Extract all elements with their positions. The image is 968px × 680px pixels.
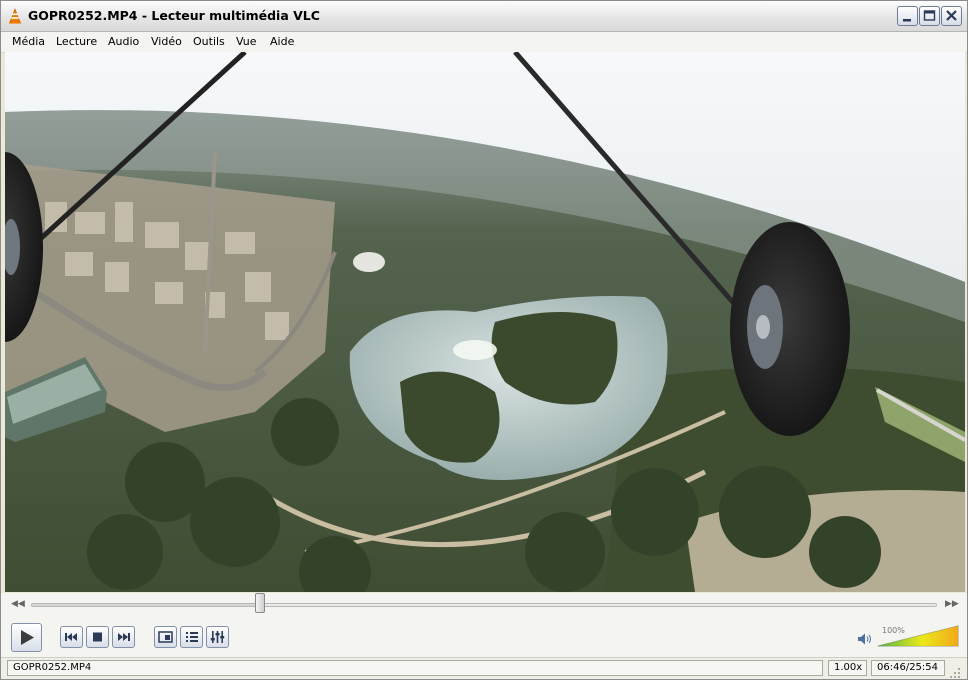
seek-backward-icon[interactable]: ◀◀ bbox=[11, 599, 25, 609]
menu-audio[interactable]: Audio bbox=[108, 35, 139, 48]
menu-lecture[interactable]: Lecture bbox=[56, 35, 97, 48]
seek-forward-icon[interactable]: ▶▶ bbox=[945, 599, 959, 609]
extended-settings-button[interactable] bbox=[206, 626, 229, 648]
vlc-cone-icon[interactable] bbox=[7, 8, 23, 24]
fullscreen-button[interactable] bbox=[154, 626, 177, 648]
previous-icon bbox=[65, 633, 77, 641]
playlist-button[interactable] bbox=[180, 626, 203, 648]
status-filename: GOPR0252.MP4 bbox=[7, 660, 823, 676]
play-icon bbox=[21, 630, 34, 645]
stop-button[interactable] bbox=[86, 626, 109, 648]
maximize-button[interactable] bbox=[919, 6, 940, 26]
menu-vue[interactable]: Vue bbox=[236, 35, 257, 48]
seek-bar[interactable] bbox=[31, 603, 937, 607]
playlist-icon bbox=[186, 632, 198, 642]
resize-grip-icon[interactable] bbox=[949, 664, 961, 678]
speaker-icon[interactable] bbox=[857, 631, 873, 645]
menu-aide[interactable]: Aide bbox=[270, 35, 294, 48]
status-bar: GOPR0252.MP4 1.00x 06:46/25:54 bbox=[1, 657, 967, 679]
next-button[interactable] bbox=[112, 626, 135, 648]
fullscreen-icon bbox=[158, 631, 173, 643]
extended-settings-icon bbox=[210, 631, 225, 643]
menu-video[interactable]: Vidéo bbox=[151, 35, 182, 48]
stop-icon bbox=[93, 632, 102, 642]
menu-media[interactable]: Média bbox=[12, 35, 45, 48]
minimize-button[interactable] bbox=[897, 6, 918, 26]
status-speed[interactable]: 1.00x bbox=[828, 660, 867, 676]
vlc-window: GOPR0252.MP4 - Lecteur multimédia VLC Mé… bbox=[0, 0, 968, 680]
seek-progress bbox=[32, 604, 261, 606]
menu-outils[interactable]: Outils bbox=[193, 35, 225, 48]
window-title: GOPR0252.MP4 - Lecteur multimédia VLC bbox=[28, 8, 320, 23]
status-time[interactable]: 06:46/25:54 bbox=[871, 660, 945, 676]
volume-slider[interactable] bbox=[877, 625, 959, 647]
video-frame[interactable] bbox=[5, 52, 965, 592]
close-button[interactable] bbox=[941, 6, 962, 26]
play-button[interactable] bbox=[11, 623, 42, 652]
previous-button[interactable] bbox=[60, 626, 83, 648]
next-icon bbox=[118, 633, 130, 641]
playback-controls: ◀◀ ▶▶ 100% bbox=[1, 593, 967, 657]
menu-bar: Média Lecture Audio Vidéo Outils Vue Aid… bbox=[1, 32, 967, 53]
title-bar[interactable]: GOPR0252.MP4 - Lecteur multimédia VLC bbox=[1, 1, 967, 32]
seek-handle[interactable] bbox=[255, 593, 266, 613]
